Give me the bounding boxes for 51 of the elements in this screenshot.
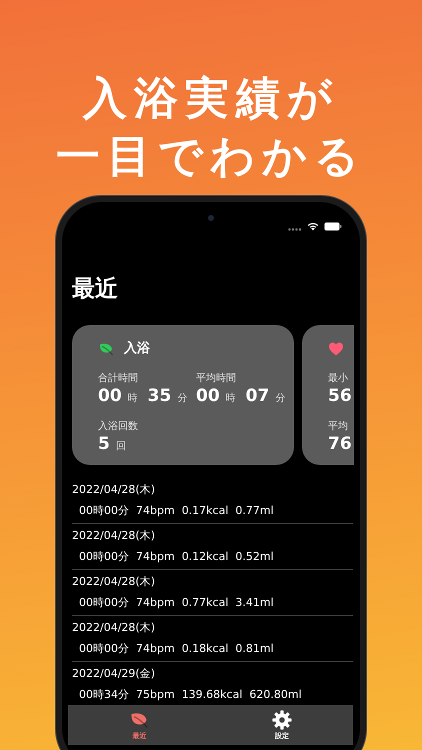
- history-date: 2022/04/28(木): [72, 574, 156, 590]
- stat-unit: 時: [128, 392, 138, 405]
- duration-text: 00時00分: [79, 641, 129, 657]
- stat-label: 最小: [328, 372, 349, 385]
- volume-text: 0.77ml: [235, 503, 274, 519]
- stat-value: 76: [328, 434, 352, 454]
- history-date: 2022/04/28(木): [72, 528, 156, 544]
- heart-rate-text: 74bpm: [136, 549, 175, 565]
- stat-value: 5: [98, 434, 110, 454]
- signal-icon: [288, 228, 302, 231]
- card-title: 入浴: [124, 340, 150, 357]
- calories-text: 0.17kcal: [182, 503, 228, 519]
- duration-text: 00時00分: [79, 549, 129, 565]
- calories-text: 0.77kcal: [182, 595, 228, 611]
- camera-icon: [208, 215, 214, 221]
- headline-text: 入浴実績が: [83, 72, 339, 126]
- volume-text: 0.81ml: [235, 641, 274, 657]
- volume-text: 620.80ml: [249, 687, 302, 703]
- stat-label: 入浴回数: [98, 420, 139, 433]
- stat-value: 56: [328, 386, 352, 406]
- history-date: 2022/04/28(木): [72, 620, 156, 636]
- duration-text: 00時34分: [79, 687, 129, 703]
- heart-rate-text: 74bpm: [136, 503, 175, 519]
- stat-unit: 分: [177, 392, 188, 405]
- stat-label: 平均: [328, 420, 349, 433]
- stat-unit: 時: [226, 392, 236, 405]
- gear-icon: [272, 710, 292, 730]
- stat-label: 合計時間: [98, 372, 139, 385]
- volume-text: 0.52ml: [235, 549, 274, 565]
- wifi-icon: [307, 222, 319, 231]
- battery-icon: [324, 222, 342, 231]
- headline-text: 一目でわかる: [56, 130, 366, 184]
- heart-rate-text: 74bpm: [136, 641, 175, 657]
- heart-rate-text: 75bpm: [136, 687, 175, 703]
- stat-unit: 分: [275, 392, 286, 405]
- stat-unit: 回: [116, 440, 126, 453]
- duration-text: 00時00分: [79, 503, 129, 519]
- calories-text: 139.68kcal: [182, 687, 242, 703]
- calories-text: 0.12kcal: [182, 549, 228, 565]
- history-date: 2022/04/28(木): [72, 482, 156, 498]
- volume-text: 3.41ml: [235, 595, 274, 611]
- history-date: 2022/04/29(金): [72, 666, 156, 682]
- stat-value: 35: [148, 386, 172, 406]
- calories-text: 0.18kcal: [182, 641, 228, 657]
- stat-label: 平均時間: [196, 372, 237, 385]
- heart-rate-text: 74bpm: [136, 595, 175, 611]
- stat-value: 07: [246, 386, 270, 406]
- screen-title: 最近: [72, 275, 119, 304]
- stat-value: 00: [196, 386, 220, 406]
- duration-text: 00時00分: [79, 595, 129, 611]
- stat-value: 00: [98, 386, 122, 406]
